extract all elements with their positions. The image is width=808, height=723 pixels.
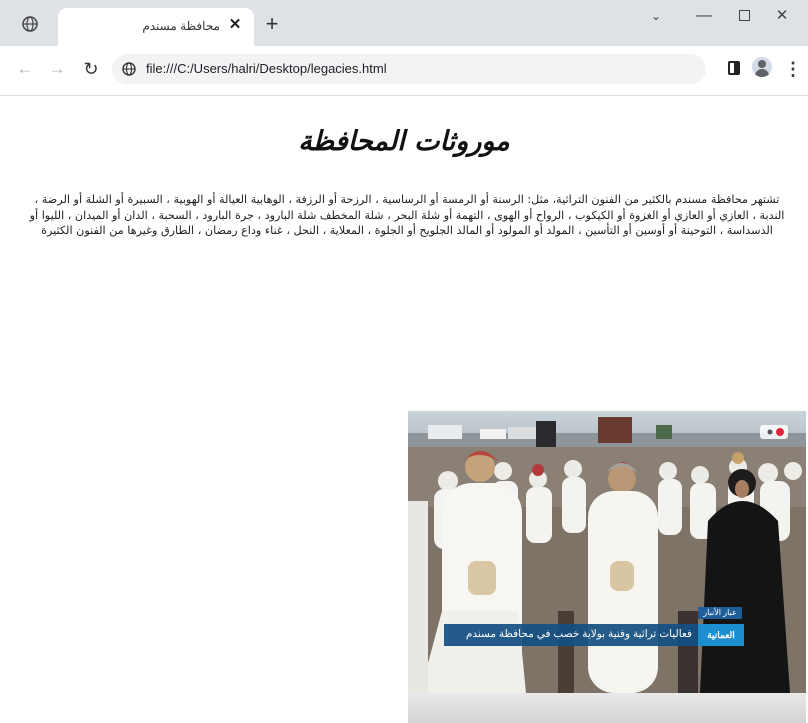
globe-icon[interactable] xyxy=(22,16,38,32)
tab-title: محافظة مسندم xyxy=(142,19,220,33)
page-paragraph: تشتهر محافظة مسندم بالكثير من الفنون الت… xyxy=(29,193,785,237)
tab-active[interactable]: محافظة مسندم ✕ xyxy=(58,8,254,46)
chevron-down-icon[interactable]: ⌄ xyxy=(646,4,666,28)
live-dot xyxy=(760,425,788,439)
browser-window: محافظة مسندم ✕ + ⌄ — ✕ ← → ↻ file:///C:/… xyxy=(0,0,808,723)
page-heading: موروثات المحافظة xyxy=(298,126,510,157)
forward-arrow-icon[interactable]: → xyxy=(46,58,68,80)
profile-icon[interactable] xyxy=(752,57,772,77)
event-photo: عبار الأنبار العمانية فعاليات تراثية وفن… xyxy=(408,411,806,693)
back-arrow-icon[interactable]: ← xyxy=(14,58,36,80)
url-text[interactable]: file:///C:/Users/halri/Desktop/legacies.… xyxy=(146,61,387,76)
news-caption: فعاليات تراثية وفنية بولاية خصب في محافظ… xyxy=(465,628,692,640)
side-panel-icon[interactable] xyxy=(728,61,740,75)
reload-icon[interactable]: ↻ xyxy=(80,58,102,80)
photo-footer-strip xyxy=(408,693,806,723)
news-ticker: العمانية فعاليات تراثية وفنية بولاية خصب… xyxy=(444,624,744,646)
page-content: موروثات المحافظة تشتهر محافظة مسندم بالك… xyxy=(0,96,808,723)
kebab-menu-icon[interactable]: ⋮ xyxy=(784,58,802,80)
browser-toolbar: ← → ↻ file:///C:/Users/halri/Desktop/leg… xyxy=(0,46,808,96)
news-tag: عبار الأنبار xyxy=(698,607,742,619)
window-close-icon[interactable]: ✕ xyxy=(772,4,792,28)
tab-strip: محافظة مسندم ✕ + ⌄ — ✕ xyxy=(0,0,808,46)
photo-scene xyxy=(408,411,806,693)
channel-logo: العمانية xyxy=(698,624,744,646)
maximize-icon[interactable] xyxy=(734,4,754,28)
minimize-icon[interactable]: — xyxy=(694,4,714,28)
close-icon[interactable]: ✕ xyxy=(224,14,246,36)
plus-icon[interactable]: + xyxy=(260,12,284,36)
site-info-icon[interactable] xyxy=(122,62,136,76)
address-bar[interactable]: file:///C:/Users/halri/Desktop/legacies.… xyxy=(112,54,706,84)
